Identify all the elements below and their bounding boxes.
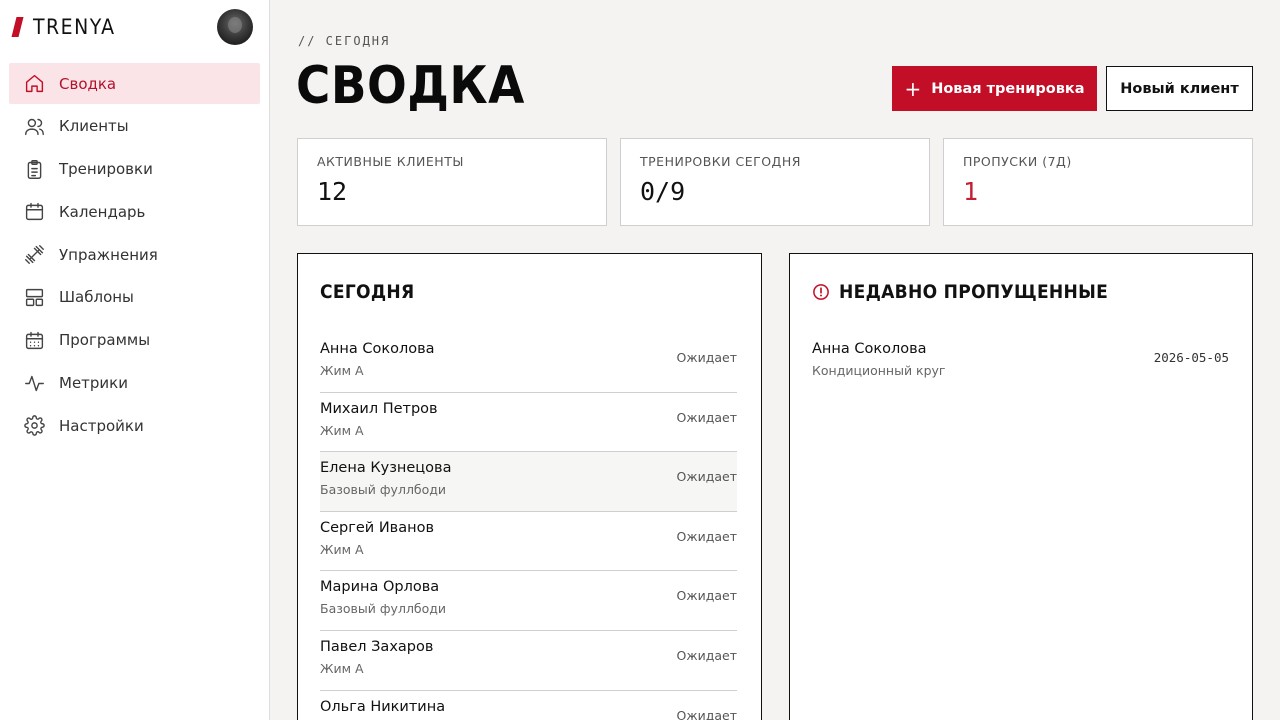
sidebar-item-clients[interactable]: Клиенты [9,106,260,147]
sidebar-item-settings[interactable]: Настройки [9,405,260,446]
status-badge: Ожидает [676,469,738,485]
status-badge: Ожидает [676,588,738,604]
alert-circle-icon [813,284,829,300]
calendar-grid-icon [23,329,45,351]
missed-panel: НЕДАВНО ПРОПУЩЕННЫЕ Анна Соколова Кондиц… [789,253,1253,720]
missed-date: 2026-05-05 [1153,350,1229,365]
stat-label: ПРОПУСКИ (7Д) [963,154,1072,169]
sidebar-item-label: Календарь [59,202,146,221]
clipboard-icon [23,158,45,180]
stat-card-workouts-today: ТРЕНИРОВКИ СЕГОДНЯ 0/9 [620,138,930,226]
sidebar-item-exercises[interactable]: Упражнения [9,234,260,275]
client-name: Анна Соколова [320,341,435,357]
stat-value: 1 [963,177,979,206]
panel-title: СЕГОДНЯ [320,281,415,303]
stat-card-active-clients: АКТИВНЫЕ КЛИЕНТЫ 12 [297,138,607,226]
sidebar-item-label: Тренировки [59,160,153,179]
page-eyebrow: // СЕГОДНЯ [298,34,391,48]
sidebar-item-summary[interactable]: Сводка [9,63,260,104]
gear-icon [23,415,45,437]
workout-name: Жим А [320,363,364,378]
stat-value: 0/9 [640,177,686,206]
workout-name: Базовый фуллбоди [320,601,447,617]
sidebar-item-label: Шаблоны [59,288,134,307]
panel-title: НЕДАВНО ПРОПУЩЕННЫЕ [812,281,1108,303]
list-item[interactable]: Михаил Петров Жим А Ожидает [320,393,737,453]
users-icon [23,115,45,137]
avatar[interactable] [217,9,253,45]
client-name: Марина Орлова [320,579,440,596]
dumbbell-icon [23,244,45,266]
workout-name: Кондиционный круг [812,363,946,378]
stat-value: 12 [317,177,348,206]
client-name: Сергей Иванов [320,519,434,536]
list-item[interactable]: Павел Захаров Жим А Ожидает [320,631,737,691]
client-name: Михаил Петров [320,400,438,417]
list-item[interactable]: Сергей Иванов Жим А Ожидает [320,512,737,572]
sidebar-nav: Сводка Клиенты Тренировки Календарь Упра… [9,63,260,448]
brand-mark-icon [11,17,24,37]
status-badge: Ожидает [676,528,738,544]
status-badge: Ожидает [676,409,738,425]
list-item[interactable]: Анна Соколова Кондиционный круг 2026-05-… [812,333,1229,393]
sidebar-item-programs[interactable]: Программы [9,320,260,361]
workout-name: Жим А [320,660,364,676]
home-icon [23,73,45,95]
new-workout-button[interactable]: + Новая тренировка [892,66,1097,111]
page-title: СВОДКА [296,56,525,116]
list-item[interactable]: Ольга Никитина Ожидает [320,691,737,720]
sidebar-item-label: Настройки [59,416,144,435]
stat-label: ТРЕНИРОВКИ СЕГОДНЯ [640,154,801,169]
status-badge: Ожидает [676,707,738,720]
new-client-button[interactable]: Новый клиент [1106,66,1253,111]
workout-name: Жим А [320,422,364,438]
brand-name: TRENYA [33,15,116,39]
sidebar-item-label: Метрики [59,374,128,393]
today-panel: СЕГОДНЯ Анна Соколова Жим А Ожидает Миха… [297,253,762,720]
plus-icon: + [904,76,922,101]
panel-title-text: НЕДАВНО ПРОПУЩЕННЫЕ [839,281,1109,303]
sidebar: TRENYA Сводка Клиенты Тренировки Календа… [0,0,270,720]
client-name: Анна Соколова [812,341,927,357]
activity-icon [23,372,45,394]
workout-name: Жим А [320,541,364,557]
sidebar-item-label: Упражнения [59,245,158,264]
sidebar-item-label: Клиенты [59,117,129,136]
sidebar-item-calendar[interactable]: Календарь [9,191,260,232]
client-name: Елена Кузнецова [320,460,452,477]
brand-logo[interactable]: TRENYA [11,12,116,42]
stat-card-missed-7d: ПРОПУСКИ (7Д) 1 [943,138,1253,226]
stat-label: АКТИВНЫЕ КЛИЕНТЫ [317,154,464,169]
status-badge: Ожидает [676,350,738,365]
calendar-icon [23,201,45,223]
sidebar-item-workouts[interactable]: Тренировки [9,149,260,190]
sidebar-item-label: Сводка [59,74,117,93]
sidebar-item-templates[interactable]: Шаблоны [9,277,260,318]
workout-name: Базовый фуллбоди [320,482,447,498]
today-list: Анна Соколова Жим А Ожидает Михаил Петро… [320,333,737,720]
layout-icon [23,286,45,308]
list-item[interactable]: Елена Кузнецова Базовый фуллбоди Ожидает [320,452,737,512]
list-item[interactable]: Анна Соколова Жим А Ожидает [320,333,737,393]
sidebar-item-metrics[interactable]: Метрики [9,363,260,404]
sidebar-item-label: Программы [59,331,151,350]
client-name: Ольга Никитина [320,698,446,715]
new-workout-button-label: Новая тренировка [931,80,1085,97]
status-badge: Ожидает [676,647,738,663]
client-name: Павел Захаров [320,638,434,655]
list-item[interactable]: Марина Орлова Базовый фуллбоди Ожидает [320,571,737,631]
